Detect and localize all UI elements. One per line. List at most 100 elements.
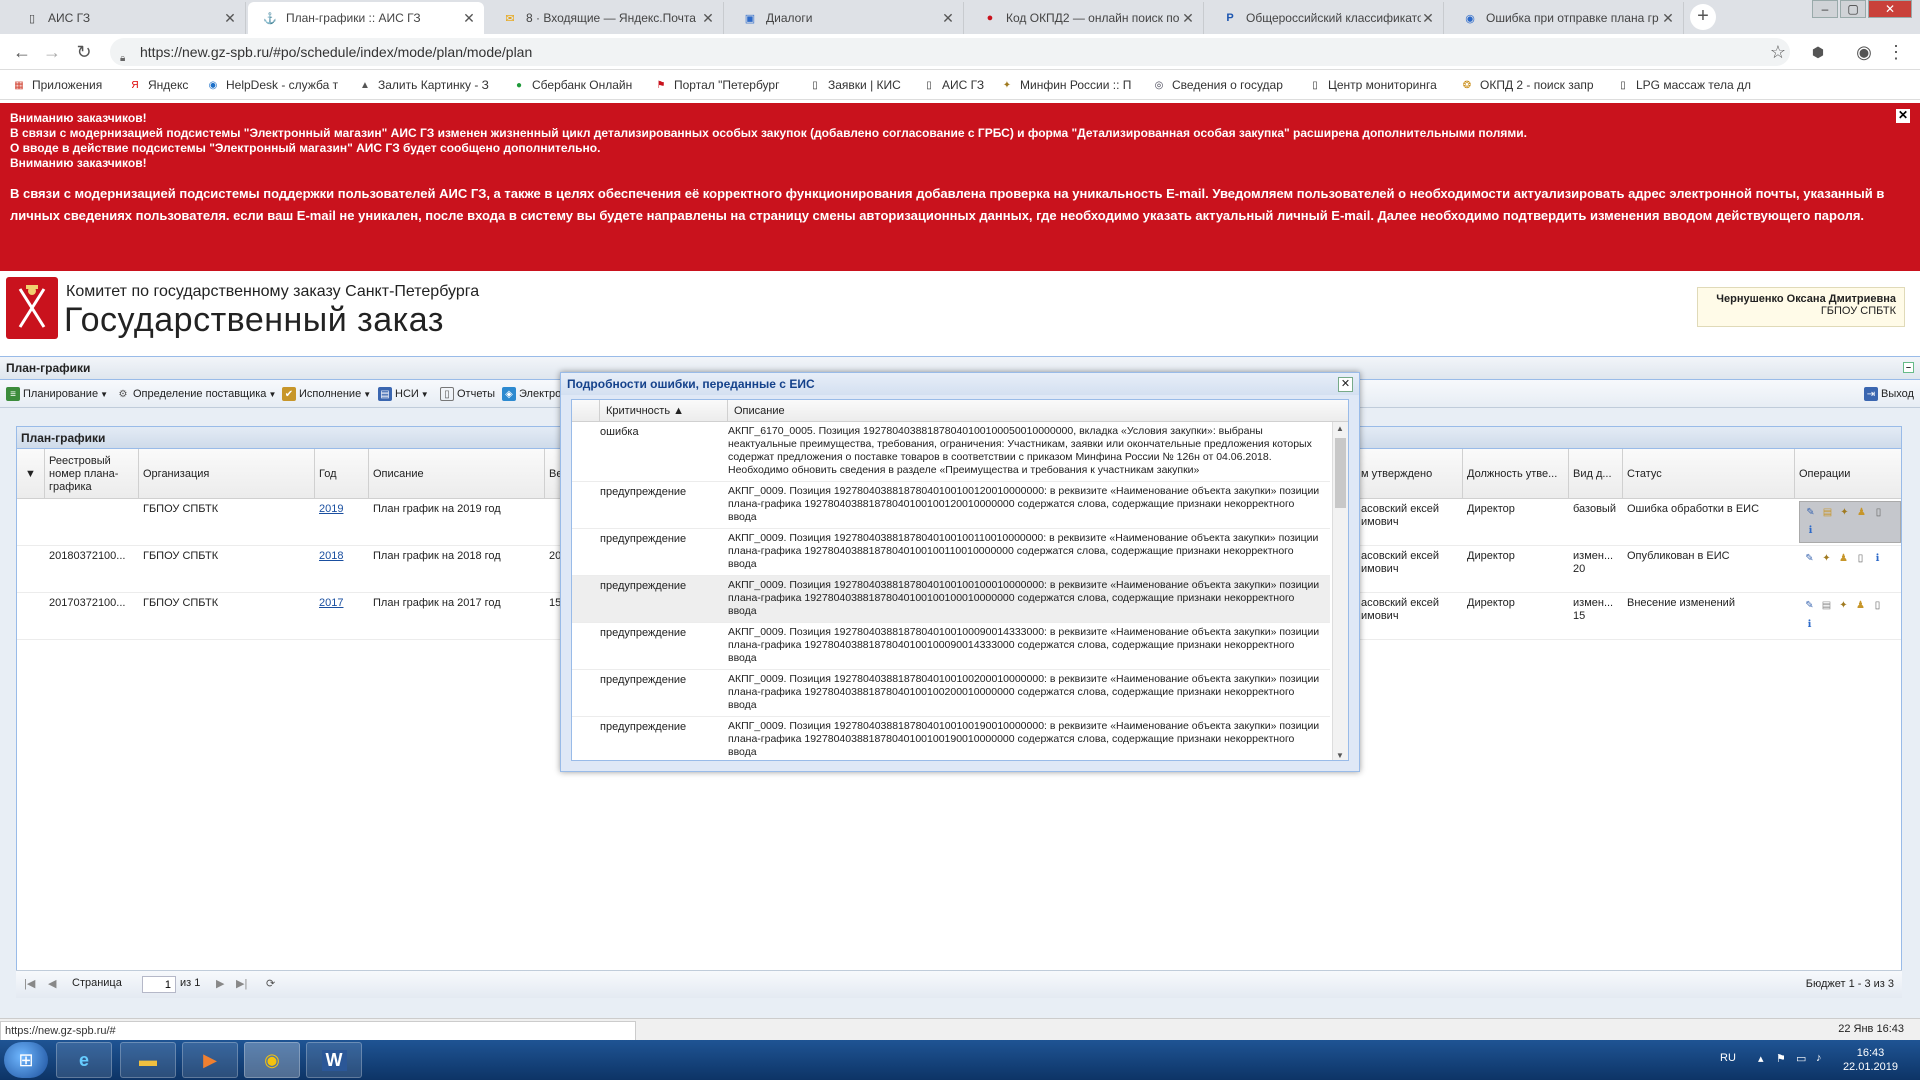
minimize-button[interactable]: – (1812, 0, 1838, 18)
document-icon[interactable]: ▤ (1819, 598, 1834, 613)
document-icon[interactable]: ▤ (1820, 505, 1835, 520)
column-status[interactable]: Статус (1623, 449, 1795, 499)
close-icon[interactable]: ✕ (1896, 109, 1910, 123)
menu-nsi[interactable]: ▤ НСИ ▼ (378, 386, 429, 402)
close-icon[interactable]: ✕ (462, 10, 476, 27)
star-icon[interactable]: ☆ (1766, 40, 1790, 64)
chrome-icon[interactable]: ◉ (244, 1042, 300, 1078)
close-icon[interactable]: ✕ (941, 10, 955, 27)
refresh-icon[interactable]: ⟳ (266, 977, 275, 990)
info-icon[interactable]: ℹ (1803, 523, 1818, 538)
error-row[interactable]: предупреждение АКПГ_0009. Позиция 192780… (572, 623, 1330, 670)
back-icon[interactable]: ← (10, 40, 34, 64)
next-page-icon[interactable]: ▶ (216, 977, 224, 990)
menu-planning[interactable]: ≡ Планирование ▼ (6, 386, 108, 402)
tab-error-plan[interactable]: ◉ Ошибка при отправке плана гр ✕ (1448, 2, 1684, 34)
column-year[interactable]: Год (315, 449, 369, 499)
users-icon[interactable]: ♟ (1836, 551, 1851, 566)
first-page-icon[interactable]: |◀ (24, 977, 35, 990)
year-link[interactable]: 2019 (319, 503, 343, 515)
error-row[interactable]: предупреждение АКПГ_0009. Позиция 192780… (572, 576, 1330, 623)
error-row[interactable]: предупреждение АКПГ_0009. Позиция 192780… (572, 529, 1330, 576)
bookmark-kis[interactable]: ▯ Заявки | КИС (808, 77, 908, 93)
user-info[interactable]: Чернушенко Оксана Дмитриевна ГБПОУ СПБТК (1697, 287, 1905, 327)
tab-dialogs[interactable]: ▣ Диалоги ✕ (728, 2, 964, 34)
bookmark-monitoring[interactable]: ▯ Центр мониторинга (1308, 77, 1444, 93)
column-org[interactable]: Организация (139, 449, 315, 499)
last-page-icon[interactable]: ▶| (236, 977, 247, 990)
exit-button[interactable]: ⇥ Выход (1864, 386, 1914, 402)
bookmark-apps[interactable]: ▦ Приложения (12, 77, 112, 93)
new-tab-button[interactable]: + (1690, 4, 1716, 30)
language-indicator[interactable]: RU (1720, 1052, 1736, 1064)
edit-icon[interactable]: ✎ (1803, 505, 1818, 520)
error-row[interactable]: ошибка АКПГ_6170_0005. Позиция 192780403… (572, 422, 1330, 482)
year-link[interactable]: 2018 (319, 550, 343, 562)
bookmark-yandex[interactable]: Я Яндекс (128, 77, 198, 93)
column-reg-number[interactable]: Реестровый номер плана-графика (45, 449, 139, 499)
column-position[interactable]: Должность утве... (1463, 449, 1569, 499)
edit-icon[interactable]: ✎ (1802, 551, 1817, 566)
bookmark-sberbank[interactable]: ● Сбербанк Онлайн (512, 77, 642, 93)
error-row[interactable]: предупреждение АКПГ_0009. Позиция 192780… (572, 482, 1330, 529)
network-icon[interactable]: ▭ (1796, 1052, 1806, 1065)
vertical-scrollbar[interactable]: ▲ ▼ (1332, 422, 1348, 760)
column-kind[interactable]: Вид д... (1569, 449, 1623, 499)
error-row[interactable]: предупреждение АКПГ_0009. Позиция 192780… (572, 717, 1330, 760)
scroll-down-icon[interactable]: ▼ (1336, 751, 1344, 760)
bookmark-helpdesk[interactable]: ◉ HelpDesk - служба т (206, 77, 342, 93)
page-icon[interactable]: ▯ (1870, 598, 1885, 613)
menu-icon[interactable]: ⋮ (1884, 40, 1908, 64)
prev-page-icon[interactable]: ◀ (48, 977, 56, 990)
edit-icon[interactable]: ✎ (1802, 598, 1817, 613)
bookmark-minfin[interactable]: ✦ Минфин России :: П (1000, 77, 1136, 93)
tab-okpd2[interactable]: ● Код ОКПД2 — онлайн поиск по ✕ (968, 2, 1204, 34)
tab-classifier[interactable]: Р Общероссийский классификато ✕ (1208, 2, 1444, 34)
column-description[interactable]: Описание (728, 400, 1348, 422)
menu-electronic[interactable]: ◈ Электро (502, 386, 561, 402)
column-ops[interactable]: Операции (1795, 449, 1901, 499)
profile-icon[interactable]: ◉ (1852, 40, 1876, 64)
close-icon[interactable]: ✕ (1181, 10, 1195, 27)
filter-icon[interactable]: ▼ (17, 449, 45, 499)
emblem-icon[interactable]: ✦ (1836, 598, 1851, 613)
word-icon[interactable]: W (306, 1042, 362, 1078)
forward-icon[interactable]: → (40, 40, 64, 64)
volume-icon[interactable]: ♪ (1816, 1052, 1822, 1064)
page-icon[interactable]: ▯ (1871, 505, 1886, 520)
media-player-icon[interactable]: ▶ (182, 1042, 238, 1078)
reload-icon[interactable]: ↻ (72, 40, 96, 64)
chevron-up-icon[interactable]: ▴ (1758, 1052, 1764, 1065)
page-icon[interactable]: ▯ (1853, 551, 1868, 566)
bookmark-ais-gz[interactable]: ▯ АИС ГЗ (922, 77, 1002, 93)
emblem-icon[interactable]: ✦ (1837, 505, 1852, 520)
close-window-button[interactable]: ✕ (1868, 0, 1912, 18)
close-icon[interactable]: ✕ (1421, 10, 1435, 27)
tab-plan-grafiki[interactable]: ⚓ План-графики :: АИС ГЗ ✕ (248, 2, 484, 34)
flag-icon[interactable]: ⚑ (1776, 1052, 1786, 1065)
menu-execution[interactable]: ✔ Исполнение ▼ (282, 386, 371, 402)
close-icon[interactable]: ✕ (1338, 377, 1353, 392)
users-icon[interactable]: ♟ (1853, 598, 1868, 613)
menu-supplier[interactable]: ⚙ Определение поставщика ▼ (116, 386, 277, 402)
bookmark-spb-portal[interactable]: ⚑ Портал "Петербург (654, 77, 794, 93)
scroll-up-icon[interactable]: ▲ (1336, 424, 1344, 433)
close-icon[interactable]: ✕ (701, 10, 715, 27)
maximize-button[interactable]: ▢ (1840, 0, 1866, 18)
bookmark-image-upload[interactable]: ▲ Залить Картинку - З (358, 77, 496, 93)
url-input[interactable]: 🔒︎ https://new.gz-spb.ru/#po/schedule/in… (110, 38, 1790, 66)
system-clock[interactable]: 16:43 22.01.2019 (1843, 1046, 1898, 1074)
start-button[interactable]: ⊞ (4, 1042, 48, 1078)
collapse-icon[interactable]: – (1903, 362, 1914, 373)
page-number-input[interactable] (142, 976, 176, 993)
users-icon[interactable]: ♟ (1854, 505, 1869, 520)
error-row[interactable]: предупреждение АКПГ_0009. Позиция 192780… (572, 670, 1330, 717)
ie-icon[interactable]: e (56, 1042, 112, 1078)
close-icon[interactable]: ✕ (223, 10, 237, 27)
menu-reports[interactable]: ▯ Отчеты (440, 386, 495, 402)
explorer-icon[interactable]: ▬ (120, 1042, 176, 1078)
column-criticality[interactable]: Критичность ▲ (600, 400, 728, 422)
tab-ais-gz[interactable]: ▯ АИС ГЗ ✕ (10, 2, 246, 34)
info-icon[interactable]: ℹ (1870, 551, 1885, 566)
tab-yandex-mail[interactable]: ✉ 8 · Входящие — Яндекс.Почта ✕ (488, 2, 724, 34)
